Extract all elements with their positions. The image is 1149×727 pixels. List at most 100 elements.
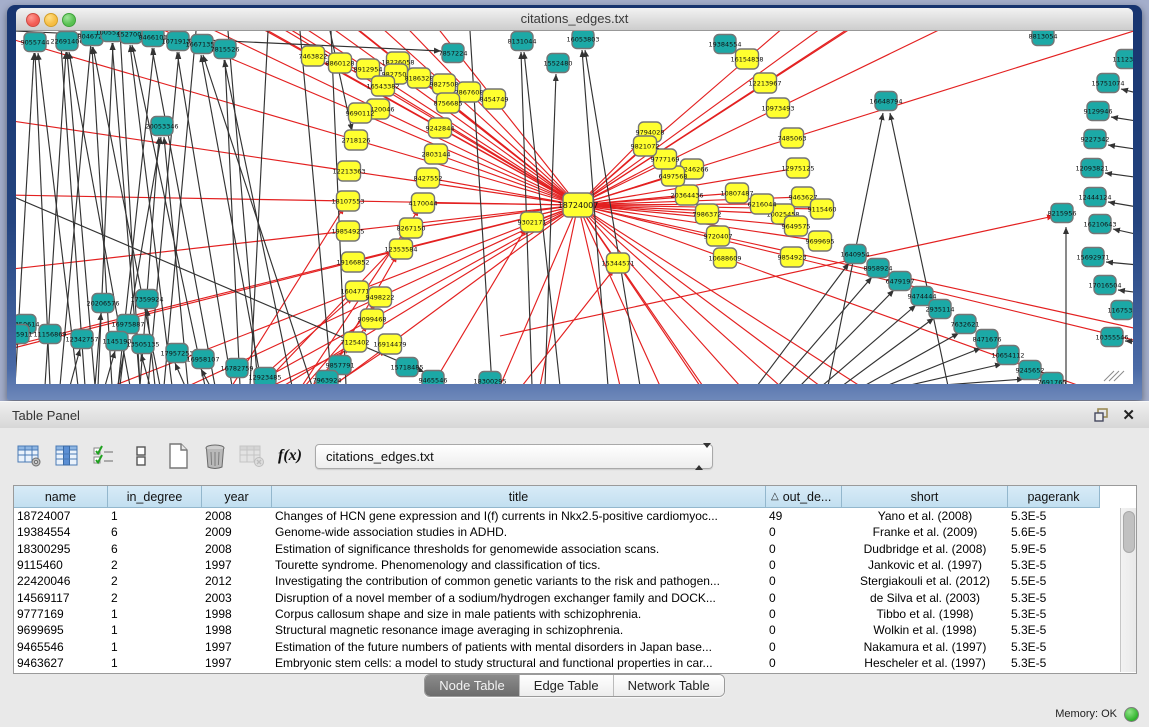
network-node[interactable]: 8454749 [480,89,509,109]
citation-edge[interactable] [792,31,1133,138]
cell-title[interactable]: Embryonic stem cells: a model to study s… [272,656,766,670]
cell-year[interactable]: 1998 [202,623,272,637]
citation-edge[interactable] [494,99,578,205]
network-node[interactable]: 9099468 [358,309,387,329]
cell-name[interactable]: 9463627 [14,656,108,670]
table-row[interactable]: 946554611997Estimation of the future num… [14,638,1136,654]
resize-grip-icon[interactable] [1114,371,1124,381]
cell-pagerank[interactable]: 5.3E-5 [1008,640,1100,654]
network-node[interactable]: 7986372 [693,204,722,224]
network-node[interactable]: 16648794 [869,92,902,111]
citation-edge[interactable] [70,349,80,384]
cell-name[interactable]: 9115460 [14,558,108,572]
table-scrollbar[interactable] [1120,508,1136,672]
cell-short[interactable]: de Silva et al. (2003) [842,591,1008,605]
cell-name[interactable]: 9777169 [14,607,108,621]
network-node[interactable]: 18724007 [558,193,599,217]
network-node[interactable]: 9690112 [346,103,375,123]
tab-node-table[interactable]: Node Table [425,675,520,696]
network-node[interactable]: 10973493 [761,98,794,118]
tab-network-table[interactable]: Network Table [614,675,724,696]
network-node[interactable]: 18300295 [473,372,506,385]
network-node[interactable]: 16210643 [1083,215,1116,234]
network-node[interactable]: 2718126 [342,130,371,150]
table-select-dropdown[interactable]: citations_edges.txt [315,444,713,469]
scrollbar-thumb[interactable] [1123,511,1135,553]
citation-edge[interactable] [1106,262,1133,266]
float-panel-icon[interactable] [1094,408,1109,422]
citation-edge[interactable] [1105,173,1133,179]
cell-pagerank[interactable]: 5.3E-5 [1008,656,1100,670]
network-node[interactable]: 1640954 [841,245,870,264]
network-node[interactable]: 8267150 [397,218,426,238]
network-node[interactable]: 12093821 [1075,159,1108,178]
cell-pagerank[interactable]: 5.3E-5 [1008,607,1100,621]
network-node[interactable]: 10654112 [991,346,1024,365]
citation-edge[interactable] [16,262,353,384]
network-node[interactable]: 7485063 [778,128,807,148]
network-node[interactable]: 20364436 [670,185,703,205]
cell-year[interactable]: 2009 [202,525,272,539]
cell-out_degree[interactable]: 0 [766,542,842,556]
cell-pagerank[interactable]: 5.5E-5 [1008,574,1100,588]
table-settings-button[interactable] [14,440,46,472]
table-row[interactable]: 911546021997Tourette syndrome. Phenomeno… [14,557,1136,573]
column-header-short[interactable]: short [842,486,1008,508]
network-node[interactable]: 7815526 [211,40,240,59]
resize-grip-icon[interactable] [1109,371,1119,381]
cell-short[interactable]: Jankovic et al. (1997) [842,558,1008,572]
memory-status-led[interactable] [1124,707,1139,722]
tab-edge-table[interactable]: Edge Table [520,675,614,696]
network-node[interactable]: 7857224 [439,44,468,63]
cell-in_degree[interactable]: 1 [108,640,202,654]
cell-in_degree[interactable]: 2 [108,558,202,572]
network-node[interactable]: 19854925 [331,221,364,241]
cell-in_degree[interactable]: 6 [108,525,202,539]
network-node[interactable]: 9699695 [806,231,835,251]
cell-out_degree[interactable]: 0 [766,574,842,588]
citation-edge[interactable] [1113,229,1133,237]
citation-edge[interactable] [1121,89,1133,96]
citation-edge[interactable] [353,205,578,262]
cell-name[interactable]: 19384554 [14,525,108,539]
network-node[interactable]: 7463822 [299,46,328,66]
table-row[interactable]: 1938455462009Genome-wide association stu… [14,524,1136,540]
cell-out_degree[interactable]: 0 [766,656,842,670]
cell-in_degree[interactable]: 1 [108,509,202,523]
cell-pagerank[interactable]: 5.3E-5 [1008,623,1100,637]
citation-edge[interactable] [164,31,196,384]
cell-name[interactable]: 18300295 [14,542,108,556]
cell-in_degree[interactable]: 2 [108,574,202,588]
network-node[interactable]: 10688609 [708,248,741,268]
network-window-titlebar[interactable]: citations_edges.txt [16,8,1133,31]
network-node[interactable]: 12213363 [332,161,365,181]
network-node[interactable]: 1112384 [1113,50,1133,69]
network-node[interactable]: 9854923 [778,247,807,267]
cell-name[interactable]: 14569117 [14,591,108,605]
network-node[interactable]: 12975125 [781,158,814,178]
network-node[interactable]: 9055744 [21,33,50,52]
table-row[interactable]: 2242004622012Investigating the contribut… [14,573,1136,589]
network-node[interactable]: 16154838 [730,49,763,69]
network-node[interactable]: 16975887 [111,315,144,334]
cell-out_degree[interactable]: 0 [766,591,842,605]
citation-edge[interactable] [906,364,1002,384]
network-node[interactable]: 9242844 [426,118,455,138]
cell-out_degree[interactable]: 0 [766,525,842,539]
table-row[interactable]: 946362711997Embryonic stem cells: a mode… [14,655,1136,671]
citation-edge[interactable] [201,55,262,384]
network-node[interactable]: 2803144 [422,144,451,164]
cell-out_degree[interactable]: 0 [766,640,842,654]
delete-attributes-button[interactable] [199,440,231,472]
cell-short[interactable]: Tibbo et al. (1998) [842,607,1008,621]
cell-name[interactable]: 9699695 [14,623,108,637]
cell-year[interactable]: 1997 [202,640,272,654]
cell-year[interactable]: 1998 [202,607,272,621]
cell-out_degree[interactable]: 0 [766,558,842,572]
citation-edge[interactable] [930,379,1024,384]
cell-pagerank[interactable]: 5.3E-5 [1008,509,1100,523]
cell-title[interactable]: Tourette syndrome. Phenomenology and cla… [272,558,766,572]
cell-title[interactable]: Estimation of significance thresholds fo… [272,542,766,556]
network-node[interactable]: 8215956 [1048,204,1077,223]
network-node[interactable]: 17016504 [1088,276,1121,295]
